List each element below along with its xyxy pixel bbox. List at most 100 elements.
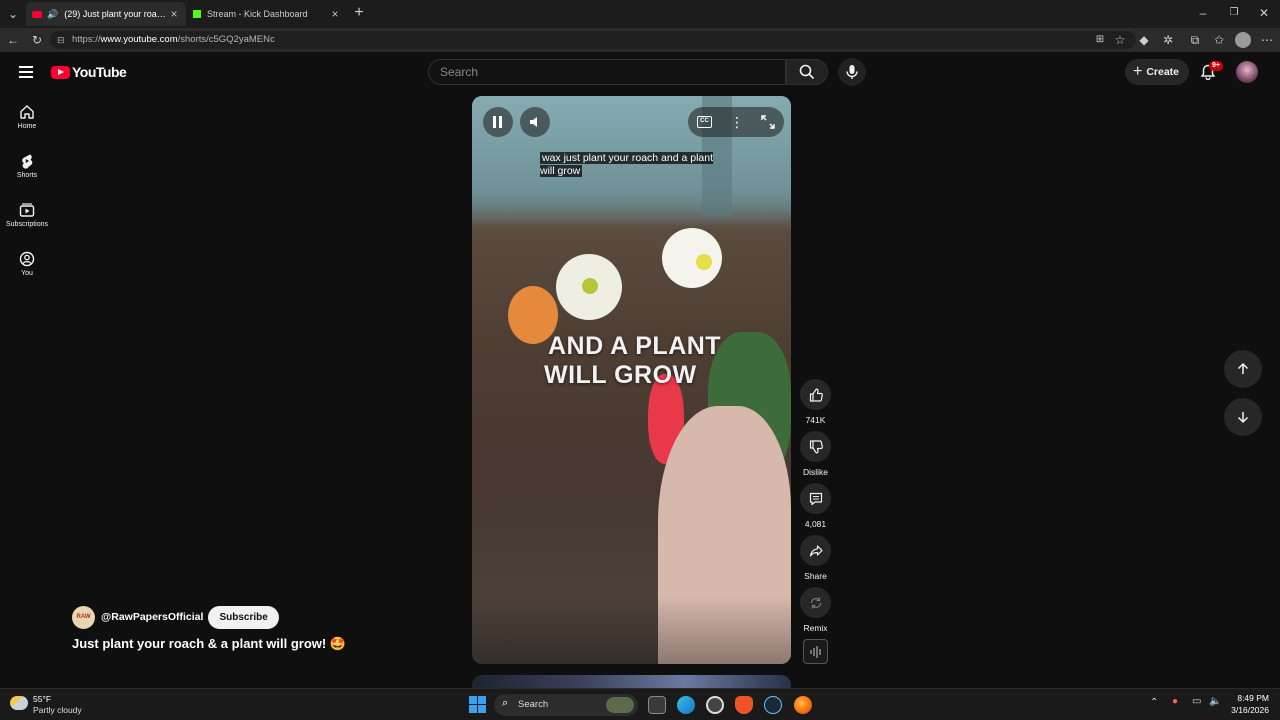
short-title[interactable]: Just plant your roach & a plant will gro… bbox=[72, 636, 346, 652]
remix-button[interactable]: Remix bbox=[800, 587, 831, 633]
more-menu-icon[interactable]: ⋯ bbox=[1259, 32, 1275, 48]
profile-avatar[interactable] bbox=[1235, 32, 1251, 48]
minimize-icon[interactable]: – bbox=[1195, 5, 1211, 21]
remix-label: Remix bbox=[803, 623, 828, 633]
create-button[interactable]: + Create bbox=[1125, 59, 1189, 85]
network-icon[interactable]: ▭ bbox=[1192, 696, 1201, 707]
microphone-tray-icon[interactable]: ● bbox=[1172, 696, 1178, 707]
more-options-icon[interactable]: ⋮ bbox=[730, 113, 744, 131]
puzzle-icon[interactable]: ✲ bbox=[1160, 32, 1176, 48]
youtube-logo-text: YouTube bbox=[72, 64, 127, 80]
captions-cc-icon[interactable]: CC bbox=[697, 116, 712, 128]
edge-icon[interactable] bbox=[677, 696, 695, 714]
share-label: Share bbox=[804, 571, 827, 581]
account-avatar[interactable] bbox=[1236, 61, 1258, 83]
favorites-icon[interactable]: ✩ bbox=[1211, 32, 1227, 48]
remix-icon bbox=[810, 597, 821, 608]
tab-actions-icon[interactable]: ⌄ bbox=[5, 6, 21, 22]
youtube-favicon-icon bbox=[32, 10, 42, 18]
overlay-line-2: WILL GROW bbox=[544, 361, 697, 389]
search-button[interactable] bbox=[786, 59, 828, 85]
like-button[interactable]: 741K bbox=[800, 379, 831, 425]
overlay-line-1: AND A PLANT bbox=[548, 332, 722, 360]
dislike-label: Dislike bbox=[802, 467, 829, 477]
close-tab-icon[interactable]: × bbox=[329, 7, 341, 21]
arrow-up-icon bbox=[1237, 362, 1249, 374]
microphone-icon bbox=[846, 65, 858, 79]
dislike-button[interactable]: Dislike bbox=[800, 431, 831, 477]
next-short-button[interactable] bbox=[1224, 398, 1262, 436]
sidebar-label: Home bbox=[17, 123, 37, 130]
plus-icon: + bbox=[1133, 63, 1143, 80]
fullscreen-icon[interactable] bbox=[761, 115, 775, 129]
menu-icon[interactable] bbox=[19, 66, 33, 78]
start-button[interactable] bbox=[469, 696, 486, 713]
search-icon bbox=[799, 64, 815, 80]
caption-text: wax just plant your roach and a plant wi… bbox=[540, 152, 714, 177]
short-video-player[interactable]: CC ⋮ wax just plant your roach and a pla… bbox=[472, 96, 791, 664]
you-icon bbox=[19, 251, 35, 267]
restore-icon[interactable]: ❐ bbox=[1226, 5, 1242, 21]
taskbar-time[interactable]: 8:49 PM bbox=[1229, 693, 1269, 703]
search-input[interactable]: Search bbox=[428, 59, 786, 85]
tab-kick[interactable]: Stream - Kick Dashboard × bbox=[187, 2, 347, 26]
tab-title: (29) Just plant your roach & a plant wil… bbox=[64, 8, 168, 19]
comment-icon bbox=[809, 492, 822, 505]
weather-temp: 55°F bbox=[33, 694, 52, 704]
sidebar-item-shorts[interactable]: Shorts bbox=[0, 153, 54, 179]
close-window-icon[interactable]: ✕ bbox=[1256, 5, 1272, 21]
firefox-icon[interactable] bbox=[794, 696, 812, 714]
task-view-icon[interactable] bbox=[648, 696, 666, 714]
extension-icon[interactable]: ◆ bbox=[1136, 32, 1152, 48]
shorts-icon bbox=[22, 154, 33, 169]
sidebar-item-home[interactable]: Home bbox=[0, 104, 54, 130]
search-icon: ⌕ bbox=[502, 697, 509, 709]
show-hidden-icons[interactable]: ⌃ bbox=[1150, 697, 1158, 708]
speaker-icon[interactable]: 🔈 bbox=[1209, 696, 1221, 707]
close-tab-icon[interactable]: × bbox=[168, 7, 180, 21]
comments-button[interactable]: 4,081 bbox=[800, 483, 831, 529]
sidebar-label: Shorts bbox=[16, 172, 38, 179]
thumbs-down-icon bbox=[809, 439, 823, 453]
steam-icon[interactable] bbox=[764, 696, 782, 714]
sidebar-item-subscriptions[interactable]: Subscriptions bbox=[0, 202, 54, 228]
voice-search-button[interactable] bbox=[838, 58, 866, 86]
home-icon bbox=[20, 105, 34, 119]
weather-desc: Partly cloudy bbox=[33, 705, 82, 715]
next-short-preview[interactable] bbox=[472, 675, 791, 688]
player-controls-group: CC ⋮ bbox=[688, 107, 784, 137]
taskbar-date[interactable]: 3/16/2026 bbox=[1221, 705, 1269, 715]
browser-tab-bar: ⌄ 🔊 (29) Just plant your roach & a plant… bbox=[0, 0, 1280, 28]
like-count: 741K bbox=[805, 415, 826, 425]
refresh-icon[interactable]: ↻ bbox=[29, 32, 45, 48]
video-overlay-text: AND A PLANT WILL GROW bbox=[544, 332, 724, 390]
channel-handle[interactable]: @RawPapersOfficial bbox=[101, 611, 203, 623]
sound-button[interactable] bbox=[803, 639, 828, 664]
youtube-logo[interactable]: YouTube bbox=[51, 64, 127, 80]
share-button[interactable]: Share bbox=[800, 535, 831, 581]
site-info-icon[interactable]: ⊟ bbox=[57, 31, 65, 49]
notifications-button[interactable]: 9+ bbox=[1200, 61, 1223, 82]
sidebar-item-you[interactable]: You bbox=[0, 251, 54, 277]
new-tab-icon[interactable]: + bbox=[351, 5, 367, 21]
brave-icon[interactable] bbox=[735, 696, 753, 714]
share-icon bbox=[809, 544, 823, 557]
app-available-icon[interactable]: ⊞ bbox=[1092, 32, 1108, 48]
subscribe-button[interactable]: Subscribe bbox=[208, 605, 279, 629]
audio-playing-icon[interactable]: 🔊 bbox=[47, 9, 58, 20]
split-screen-icon[interactable]: ⧉ bbox=[1187, 32, 1203, 48]
pause-button[interactable] bbox=[483, 107, 513, 137]
partly-cloudy-icon bbox=[10, 696, 28, 710]
volume-button[interactable] bbox=[520, 107, 550, 137]
favorite-star-icon[interactable]: ☆ bbox=[1112, 32, 1128, 48]
create-label: Create bbox=[1146, 66, 1179, 78]
tab-youtube[interactable]: 🔊 (29) Just plant your roach & a plant w… bbox=[26, 2, 186, 26]
address-bar-row: ← ↻ ⊟ https://www.youtube.com/shorts/c5G… bbox=[0, 28, 1280, 52]
channel-avatar[interactable]: RAW bbox=[72, 605, 95, 629]
back-icon[interactable]: ← bbox=[5, 32, 21, 48]
notification-count-badge: 9+ bbox=[1209, 61, 1223, 71]
taskbar-search[interactable]: ⌕ Search bbox=[494, 694, 638, 716]
app-icon[interactable] bbox=[706, 696, 724, 714]
previous-short-button[interactable] bbox=[1224, 350, 1262, 388]
url-field[interactable]: ⊟ https://www.youtube.com/shorts/c5GQ2ya… bbox=[50, 31, 1136, 49]
